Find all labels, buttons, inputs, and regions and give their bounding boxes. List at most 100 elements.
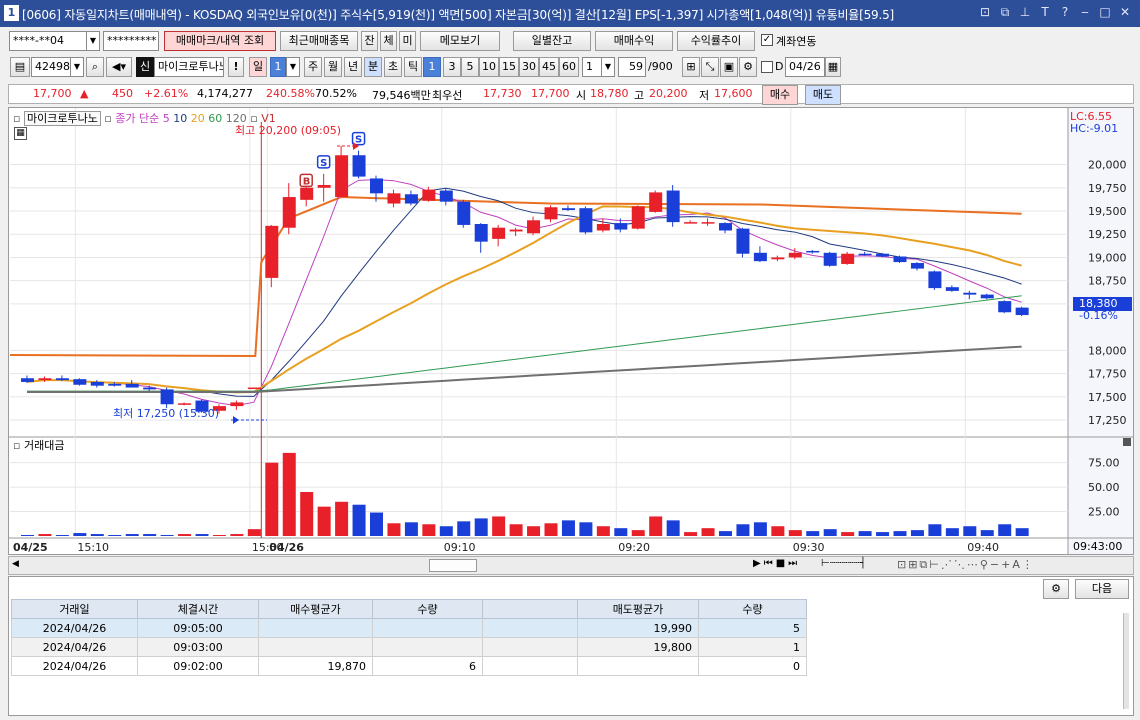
stock-name[interactable]: 마이크로투나노 [154, 57, 224, 77]
candle-body [928, 271, 942, 289]
interval-45[interactable]: 45 [539, 57, 559, 77]
trade-history-panel: ⚙ 다음 거래일 체결시간 매수평균가 수량 매도평균가 수량 2024/04/… [8, 576, 1134, 716]
drawing-tools-icons[interactable]: ⊡⊞⧉⊢⋰⋱⋯⚲−+A⋮ [897, 558, 1035, 572]
week-button[interactable]: 주 [304, 57, 322, 77]
candle-body [404, 194, 418, 204]
pin-icon[interactable]: ⊥ [1018, 5, 1032, 20]
volume-bar [666, 520, 680, 536]
chevron-down-icon[interactable]: ▼ [70, 57, 84, 77]
grid-icon[interactable]: ▦ [14, 127, 27, 140]
interval-1[interactable]: 1 [423, 57, 441, 77]
price-chart[interactable]: 20,00019,75019,50019,25019,00018,75018,5… [9, 108, 1133, 554]
calendar-icon[interactable]: ▦ [825, 57, 841, 77]
sell-button[interactable]: 매도 [805, 85, 841, 105]
best-ask: 17,730 [483, 87, 522, 100]
table-row[interactable]: 2024/04/26 09:05:00 19,990 5 [11, 618, 807, 638]
trade-mark-button[interactable]: 매매마크/내역 조회 [164, 31, 276, 51]
scroll-left-icon[interactable]: ◀ [12, 559, 19, 569]
gear-icon[interactable]: ⚙ [1043, 579, 1069, 599]
table-row[interactable]: 2024/04/26 09:02:00 19,870 6 0 [11, 656, 807, 676]
candle-body [282, 197, 296, 228]
candle-body [649, 192, 663, 212]
gear-icon[interactable]: ⚙ [739, 57, 757, 77]
volume-bar [980, 530, 994, 536]
chevron-down-icon[interactable]: ▼ [286, 57, 300, 77]
password-input[interactable]: ********* [103, 31, 159, 51]
volume-bar [649, 516, 663, 536]
date-checkbox[interactable] [761, 61, 773, 73]
chart-panel[interactable]: 20,00019,75019,50019,25019,00018,75018,5… [8, 107, 1134, 555]
legend-ma[interactable]: 종가 단순 [115, 112, 159, 125]
panel-close-icon[interactable] [1123, 438, 1131, 446]
balance-button[interactable]: 잔 [361, 31, 378, 51]
legend-stock[interactable]: 마이크로투나노 [23, 111, 101, 126]
daily-balance-button[interactable]: 일별잔고 [513, 31, 591, 51]
tick-button[interactable]: 틱 [404, 57, 422, 77]
volume-bar [579, 522, 593, 536]
candle-body [701, 222, 715, 224]
price-tick-label: 17,250 [1088, 414, 1127, 427]
account-link-checkbox[interactable]: ✓ [761, 34, 773, 46]
stock-search-icon[interactable]: ▤ [10, 57, 30, 77]
chevron-down-icon[interactable]: ▼ [601, 57, 615, 77]
sound-icon[interactable]: ◀▾ [106, 57, 132, 77]
yield-trend-button[interactable]: 수익률추이 [677, 31, 755, 51]
zoom-slider[interactable]: ⊢┄┄┄┄┄┤ [821, 558, 866, 569]
stock-code-input[interactable]: 424980 [31, 57, 71, 77]
interval-10[interactable]: 10 [479, 57, 499, 77]
month-button[interactable]: 월 [324, 57, 342, 77]
warning-button[interactable]: ! [228, 57, 244, 77]
interval-3[interactable]: 3 [443, 57, 461, 77]
count-input[interactable]: 59 [618, 57, 646, 77]
volume-bar [90, 534, 104, 536]
x-tick-label: 04/25 [13, 541, 48, 554]
minimize-icon[interactable]: ‒ [1078, 5, 1092, 20]
toolbar-chart: ▤ 424980 ▼ ⌕ ◀▾ 신 마이크로투나노 ! 일 1 ▼ 주 월 년 … [0, 55, 1140, 79]
volume-bar [596, 526, 610, 536]
save-icon[interactable]: ▣ [720, 57, 738, 77]
interval-30[interactable]: 30 [519, 57, 539, 77]
font-icon[interactable]: T [1038, 5, 1052, 20]
second-button[interactable]: 초 [384, 57, 402, 77]
layout-icon[interactable]: ⊡ [978, 5, 992, 20]
zoom-icon[interactable]: ⊞ [682, 57, 700, 77]
window-icon[interactable]: ⧉ [998, 5, 1012, 20]
candle-body [614, 223, 628, 230]
date-input[interactable]: 04/26 [785, 57, 825, 77]
help-icon[interactable]: ? [1058, 5, 1072, 20]
trade-profit-button[interactable]: 매매수익 [595, 31, 673, 51]
candle-body [561, 208, 575, 211]
memo-button[interactable]: 메모보기 [420, 31, 500, 51]
interval-60[interactable]: 60 [559, 57, 579, 77]
interval-15[interactable]: 15 [499, 57, 519, 77]
close-icon[interactable]: ✕ [1118, 5, 1132, 20]
maximize-icon[interactable]: □ [1098, 5, 1112, 20]
table-scrollbar[interactable] [1123, 613, 1129, 709]
scrollbar-thumb[interactable] [429, 559, 477, 572]
next-button[interactable]: 다음 [1075, 579, 1129, 599]
price-tick-label: 20,000 [1088, 159, 1127, 172]
table-row[interactable]: 2024/04/26 09:03:00 19,800 1 [11, 637, 807, 657]
volume-tick-label: 75.00 [1088, 457, 1120, 470]
chevron-down-icon[interactable]: ▼ [86, 31, 100, 51]
candle-body [945, 287, 959, 291]
recent-trades-button[interactable]: 최근매매종목 [280, 31, 358, 51]
filled-button[interactable]: 체 [380, 31, 397, 51]
open-price: 18,780 [590, 87, 629, 100]
year-button[interactable]: 년 [344, 57, 362, 77]
candle-body [300, 187, 314, 200]
interval-5[interactable]: 5 [461, 57, 479, 77]
unfilled-button[interactable]: 미 [399, 31, 416, 51]
tools-icon[interactable]: ⤡ [701, 57, 719, 77]
minute-button[interactable]: 분 [364, 57, 382, 77]
volume-bar [893, 531, 907, 536]
count-select[interactable]: 1 [582, 57, 602, 77]
day-button[interactable]: 일 [249, 57, 267, 77]
day-count[interactable]: 1 [270, 57, 286, 77]
search-icon[interactable]: ⌕ [86, 57, 104, 77]
candle-body [317, 184, 331, 188]
account-select[interactable]: ****-**04 [9, 31, 87, 51]
volume-bar [195, 534, 209, 536]
buy-button[interactable]: 매수 [762, 85, 798, 105]
playback-icons[interactable]: ▶⏮■⏭ [753, 558, 800, 569]
